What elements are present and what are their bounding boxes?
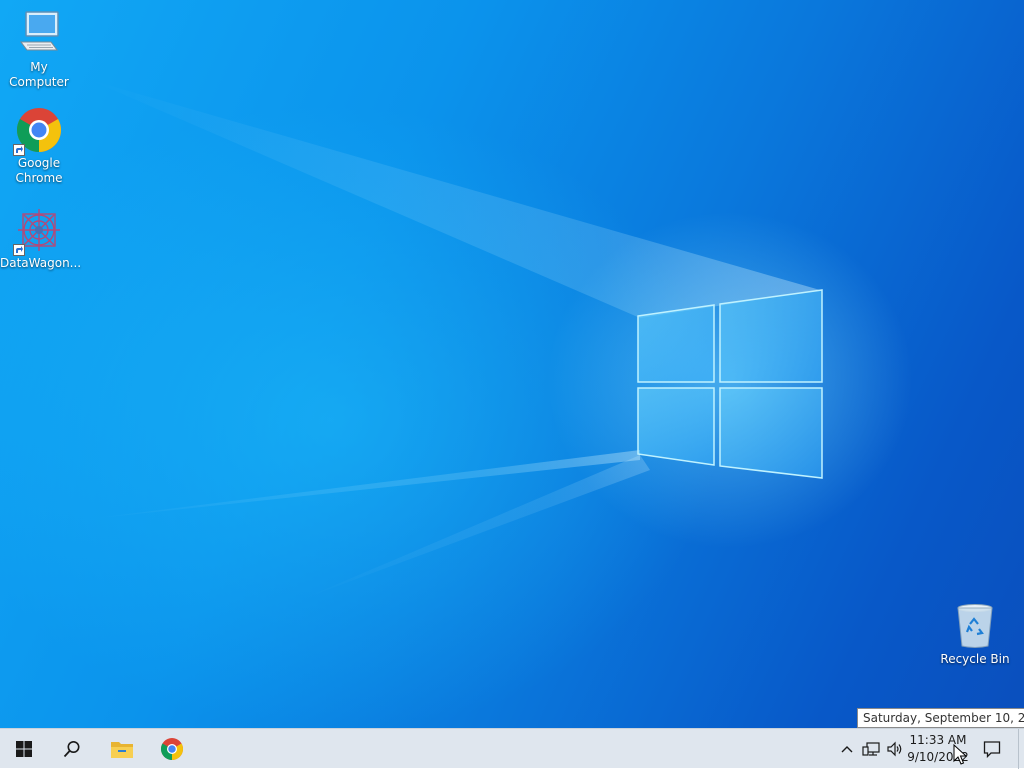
- datawagon-icon: [13, 206, 63, 256]
- chrome-icon: [13, 106, 63, 156]
- desktop[interactable]: My Computer Google Chrome DataWagon... R…: [0, 0, 1024, 728]
- mouse-cursor-icon: [953, 744, 967, 765]
- network-icon: [862, 742, 880, 756]
- windows-icon: [16, 741, 32, 757]
- search-icon: [63, 741, 80, 758]
- desktop-icon-recycle-bin[interactable]: Recycle Bin: [936, 602, 1014, 667]
- desktop-icon-my-computer[interactable]: My Computer: [0, 10, 78, 90]
- show-desktop-button[interactable]: [1018, 729, 1024, 769]
- desktop-icon-label: My Computer: [9, 60, 69, 89]
- desktop-icon-datawagon[interactable]: DataWagon...: [0, 206, 82, 271]
- action-center-icon: [983, 741, 1001, 758]
- date-tooltip: Saturday, September 10, 2022: [857, 708, 1024, 728]
- computer-icon: [15, 10, 63, 58]
- volume-tray-button[interactable]: [884, 729, 906, 769]
- desktop-icon-label: DataWagon...: [0, 256, 82, 270]
- show-hidden-icons-button[interactable]: [838, 729, 856, 769]
- network-tray-button[interactable]: [860, 729, 882, 769]
- desktop-icon-label: Recycle Bin: [940, 652, 1010, 666]
- file-explorer-button[interactable]: [98, 729, 146, 769]
- action-center-button[interactable]: [976, 729, 1008, 769]
- speaker-icon: [887, 741, 902, 757]
- windows-logo-wallpaper: [637, 289, 823, 479]
- wallpaper-light-beams: [80, 80, 820, 600]
- desktop-icon-google-chrome[interactable]: Google Chrome: [0, 106, 78, 186]
- shortcut-arrow-icon: [13, 144, 25, 156]
- chevron-up-icon: [841, 746, 853, 753]
- desktop-icon-label: Google Chrome: [15, 156, 63, 185]
- search-button[interactable]: [48, 729, 96, 769]
- taskbar: 11:33 AM 9/10/2022: [0, 728, 1024, 769]
- shortcut-arrow-icon: [13, 244, 25, 256]
- folder-icon: [111, 742, 133, 758]
- start-button[interactable]: [0, 729, 48, 769]
- chrome-taskbar-button[interactable]: [148, 729, 196, 769]
- recycle-bin-icon: [951, 602, 999, 650]
- chrome-icon: [161, 738, 183, 760]
